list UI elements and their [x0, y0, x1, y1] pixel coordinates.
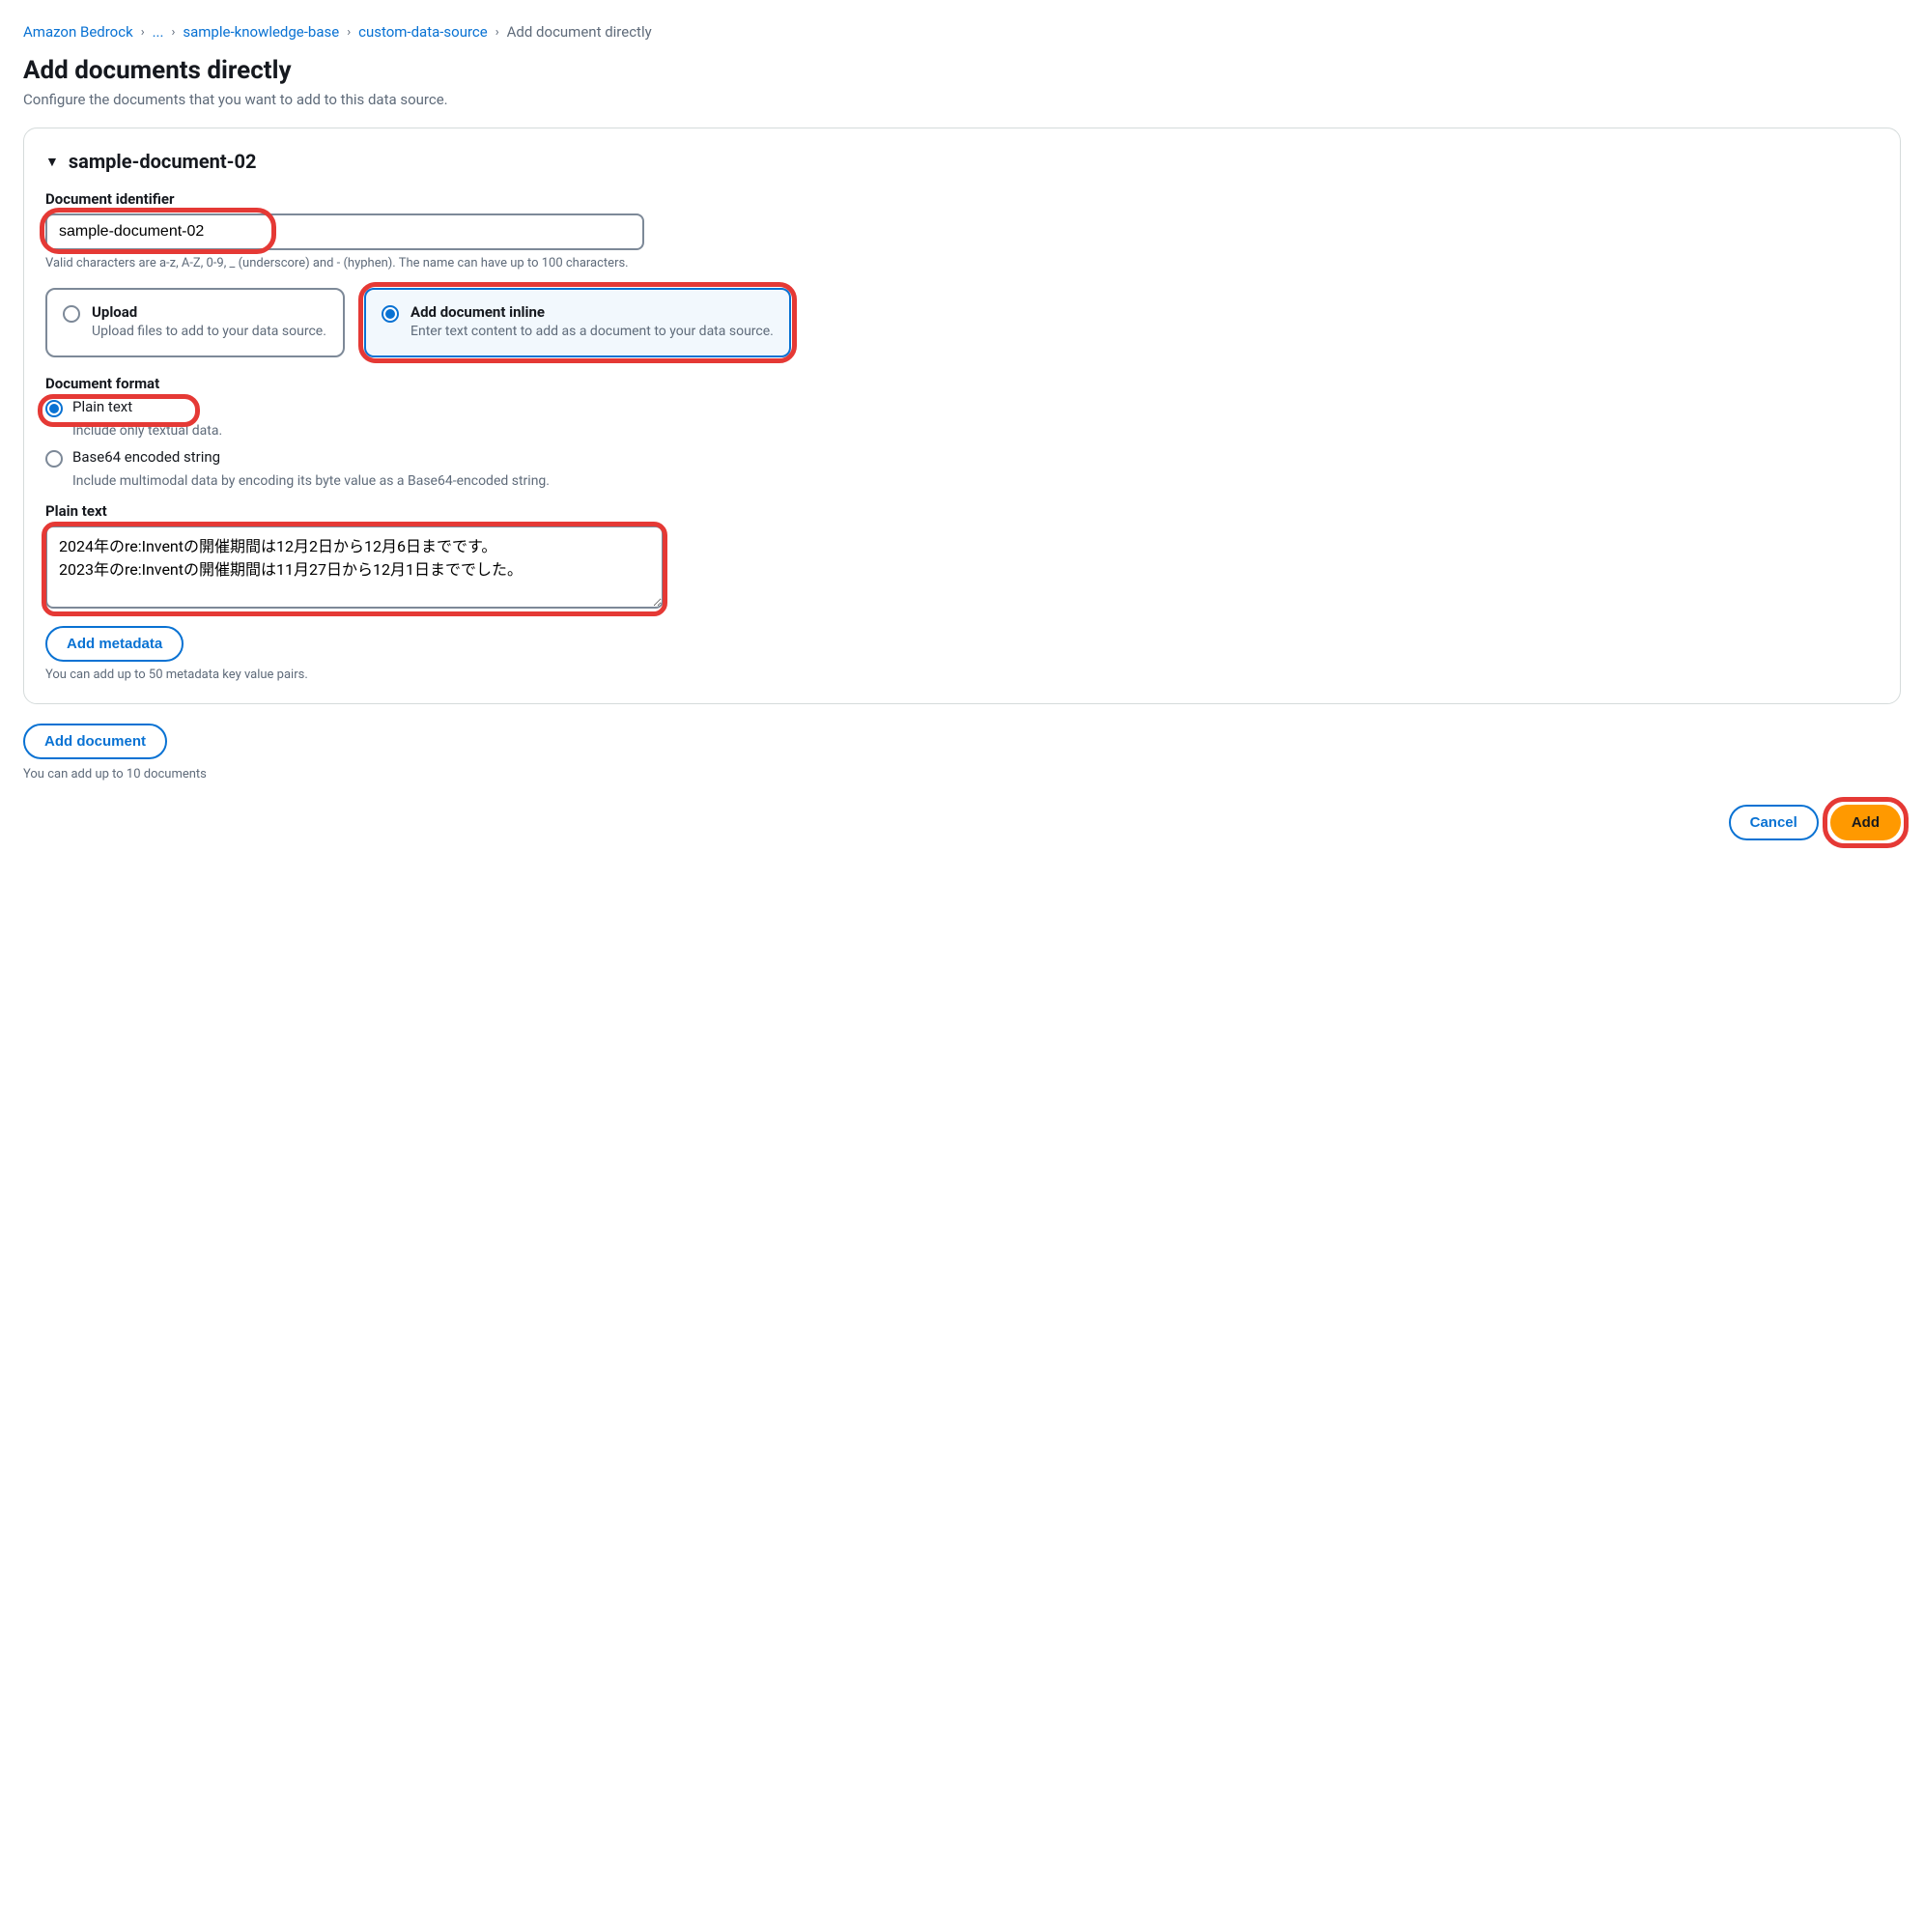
metadata-help: You can add up to 50 metadata key value … — [45, 668, 1879, 682]
document-panel: ▼ sample-document-02 Document identifier… — [23, 128, 1901, 704]
add-document-button[interactable]: Add document — [23, 724, 167, 759]
method-cards: Upload Upload files to add to your data … — [45, 288, 1879, 357]
breadcrumb-current: Add document directly — [507, 23, 652, 41]
add-document-help: You can add up to 10 documents — [23, 767, 1901, 781]
breadcrumb: Amazon Bedrock › ... › sample-knowledge-… — [23, 23, 1901, 41]
document-name: sample-document-02 — [69, 150, 257, 173]
radio-icon — [63, 305, 80, 323]
caret-down-icon: ▼ — [45, 154, 59, 170]
identifier-input[interactable] — [45, 213, 644, 250]
breadcrumb-link[interactable]: Amazon Bedrock — [23, 23, 133, 41]
plain-text-section: Plain text — [45, 502, 1879, 612]
radio-icon — [45, 450, 63, 468]
page-subtitle: Configure the documents that you want to… — [23, 91, 1901, 108]
plain-text-desc: Include only textual data. — [72, 423, 1879, 439]
metadata-section: Add metadata You can add up to 50 metada… — [45, 626, 1879, 682]
chevron-right-icon: › — [171, 25, 175, 40]
identifier-help: Valid characters are a-z, A-Z, 0-9, _ (u… — [45, 256, 1879, 270]
format-label: Document format — [45, 375, 1879, 392]
base64-label: Base64 encoded string — [72, 448, 220, 466]
add-metadata-button[interactable]: Add metadata — [45, 626, 184, 662]
plain-text-field-label: Plain text — [45, 502, 1879, 520]
radio-icon — [382, 305, 399, 323]
page-title: Add documents directly — [23, 56, 1901, 85]
format-base64-radio[interactable]: Base64 encoded string — [45, 448, 1879, 468]
add-button[interactable]: Add — [1830, 805, 1901, 840]
radio-icon — [45, 400, 63, 417]
action-row: Cancel Add — [23, 805, 1901, 840]
chevron-right-icon: › — [495, 25, 499, 40]
breadcrumb-link[interactable]: custom-data-source — [358, 23, 488, 41]
chevron-right-icon: › — [347, 25, 351, 40]
base64-desc: Include multimodal data by encoding its … — [72, 473, 1879, 489]
format-plain-radio[interactable]: Plain text — [45, 398, 1879, 417]
inline-title: Add document inline — [410, 303, 774, 321]
cancel-button[interactable]: Cancel — [1729, 805, 1819, 840]
panel-header[interactable]: ▼ sample-document-02 — [45, 150, 1879, 173]
breadcrumb-link[interactable]: sample-knowledge-base — [183, 23, 339, 41]
plain-text-label: Plain text — [72, 398, 132, 415]
plain-text-textarea[interactable] — [45, 526, 664, 609]
inline-desc: Enter text content to add as a document … — [410, 323, 774, 342]
breadcrumb-link[interactable]: ... — [153, 23, 164, 41]
upload-title: Upload — [92, 303, 326, 321]
method-upload-card[interactable]: Upload Upload files to add to your data … — [45, 288, 345, 357]
chevron-right-icon: › — [141, 25, 145, 40]
method-inline-card[interactable]: Add document inline Enter text content t… — [364, 288, 791, 357]
identifier-label: Document identifier — [45, 190, 1879, 208]
format-section: Document format Plain text Include only … — [45, 375, 1879, 489]
upload-desc: Upload files to add to your data source. — [92, 323, 326, 342]
